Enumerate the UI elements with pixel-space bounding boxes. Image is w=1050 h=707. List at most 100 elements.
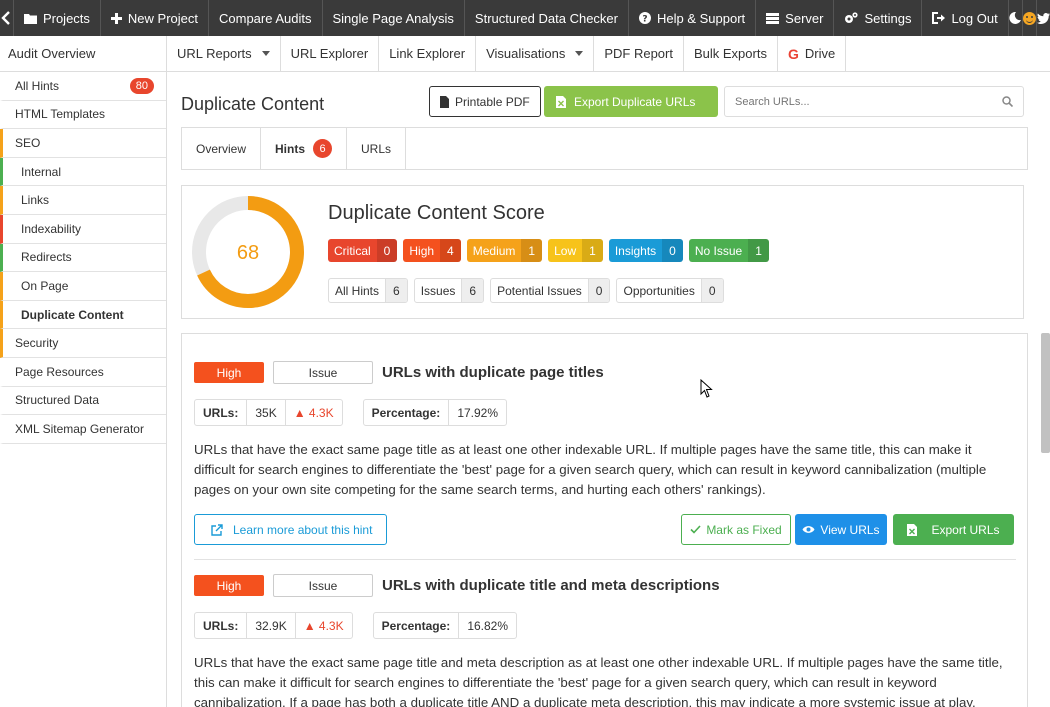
mouse-cursor-icon bbox=[700, 379, 713, 398]
urls-change: ▲ 4.3K bbox=[286, 400, 342, 425]
sidebar-item-internal[interactable]: Internal bbox=[0, 157, 166, 187]
view-urls-button[interactable]: View URLs bbox=[795, 514, 887, 545]
subnav-bulk-exports[interactable]: Bulk Exports bbox=[684, 36, 778, 71]
nav-compare-audits[interactable]: Compare Audits bbox=[209, 0, 323, 36]
sidebar-item-all-hints[interactable]: All Hints 80 bbox=[0, 72, 166, 101]
sidebar-item-duplicate-content[interactable]: Duplicate Content bbox=[0, 300, 166, 330]
urls-label: URLs: bbox=[195, 400, 248, 425]
file-excel-icon bbox=[907, 523, 918, 536]
sidebar-item-indexability[interactable]: Indexability bbox=[0, 214, 166, 244]
sidebar-item-label: XML Sitemap Generator bbox=[15, 421, 144, 436]
severity-count: 0 bbox=[662, 239, 683, 262]
sidebar-item-security[interactable]: Security bbox=[0, 329, 166, 358]
filter-potential-issues[interactable]: Potential Issues 0 bbox=[490, 278, 611, 303]
severity-count: 0 bbox=[376, 239, 398, 262]
filter-label: Potential Issues bbox=[497, 283, 582, 298]
nav-settings[interactable]: Settings bbox=[834, 0, 923, 36]
severity-label: Low bbox=[554, 243, 577, 258]
sidebar-item-structured-data[interactable]: Structured Data bbox=[0, 387, 166, 416]
gears-icon bbox=[845, 12, 859, 23]
nav-log-out[interactable]: Log Out bbox=[922, 0, 1009, 36]
server-icon bbox=[766, 12, 780, 24]
audit-overview-link[interactable]: Audit Overview bbox=[0, 36, 167, 71]
hint-title: URLs with duplicate page titles bbox=[382, 364, 604, 381]
page-scrollbar[interactable] bbox=[1041, 333, 1050, 453]
sidebar-item-label: Security bbox=[15, 336, 59, 351]
hints-count-badge: 80 bbox=[129, 77, 154, 94]
sidebar-item-page-resources[interactable]: Page Resources bbox=[0, 358, 166, 387]
sidebar-item-seo[interactable]: SEO bbox=[0, 129, 166, 158]
subnav-pdf-report[interactable]: PDF Report bbox=[594, 36, 684, 71]
percentage-value: 17.92% bbox=[457, 405, 499, 420]
sidebar-item-label: Redirects bbox=[21, 250, 72, 265]
sidebar-item-on-page[interactable]: On Page bbox=[0, 272, 166, 301]
subnav-url-explorer[interactable]: URL Explorer bbox=[281, 36, 380, 71]
search-urls-input[interactable] bbox=[735, 95, 975, 108]
severity-high[interactable]: High 4 bbox=[403, 239, 461, 262]
filter-all-hints[interactable]: All Hints 6 bbox=[328, 278, 408, 303]
sidebar-item-redirects[interactable]: Redirects bbox=[0, 243, 166, 273]
severity-count: 1 bbox=[748, 239, 769, 262]
hint-title: URLs with duplicate title and meta descr… bbox=[382, 577, 720, 594]
hint-description: URLs that have the exact same page title… bbox=[194, 442, 987, 497]
tab-label: URLs bbox=[361, 141, 392, 156]
sidebar-item-links[interactable]: Links bbox=[0, 186, 166, 215]
sidebar-item-html-templates[interactable]: HTML Templates bbox=[0, 101, 166, 130]
plus-icon bbox=[110, 12, 122, 24]
score-donut: 68 bbox=[192, 196, 304, 308]
nav-structured-data-checker[interactable]: Structured Data Checker bbox=[465, 0, 629, 36]
page-title: Duplicate Content bbox=[181, 94, 325, 114]
severity-badge: High bbox=[194, 362, 264, 383]
search-urls-box bbox=[724, 86, 1024, 117]
hints-list: High Issue URLs with duplicate page titl… bbox=[181, 333, 1028, 707]
nav-server[interactable]: Server bbox=[756, 0, 835, 36]
twitter-button[interactable] bbox=[1036, 0, 1050, 36]
subnav-bulk-exports-label: Bulk Exports bbox=[693, 46, 767, 61]
nav-projects-label: Projects bbox=[42, 10, 90, 26]
sidebar-item-xml-sitemap-generator[interactable]: XML Sitemap Generator bbox=[0, 415, 166, 444]
percentage-label: Percentage: bbox=[364, 400, 450, 425]
subnav-drive[interactable]: G Drive bbox=[778, 36, 847, 71]
severity-low[interactable]: Low 1 bbox=[548, 239, 603, 262]
tab-label: Hints bbox=[275, 141, 306, 156]
sidebar-item-label: Duplicate Content bbox=[21, 307, 124, 322]
hints-tab-badge: 6 bbox=[313, 139, 333, 158]
severity-critical[interactable]: Critical 0 bbox=[328, 239, 398, 262]
severity-no-issue[interactable]: No Issue 1 bbox=[688, 239, 769, 262]
hint-type-badge: Issue bbox=[273, 574, 373, 597]
user-avatar-button[interactable] bbox=[1022, 0, 1037, 36]
subnav-visualisations[interactable]: Visualisations bbox=[476, 36, 595, 71]
filter-label: Issues bbox=[420, 283, 456, 298]
export-duplicate-urls-label: Export Duplicate URLs bbox=[574, 94, 696, 109]
tab-urls[interactable]: URLs bbox=[347, 128, 407, 169]
subnav-url-reports[interactable]: URL Reports bbox=[167, 36, 281, 71]
export-urls-button[interactable]: Export URLs bbox=[893, 514, 1014, 545]
back-button[interactable] bbox=[0, 0, 14, 36]
arrow-up-icon: ▲ bbox=[293, 405, 309, 420]
nav-single-page-analysis[interactable]: Single Page Analysis bbox=[323, 0, 465, 36]
subnav-link-explorer[interactable]: Link Explorer bbox=[379, 36, 477, 71]
nav-projects[interactable]: Projects bbox=[14, 0, 101, 36]
filter-issues[interactable]: Issues 6 bbox=[413, 278, 485, 303]
tab-overview[interactable]: Overview bbox=[182, 128, 262, 169]
filter-count: 6 bbox=[385, 279, 407, 302]
mark-as-fixed-button[interactable]: Mark as Fixed bbox=[681, 514, 791, 545]
learn-more-button[interactable]: Learn more about this hint bbox=[194, 514, 387, 545]
export-duplicate-urls-button[interactable]: Export Duplicate URLs bbox=[544, 86, 718, 117]
percentage-label: Percentage: bbox=[374, 613, 460, 638]
severity-count: 1 bbox=[521, 239, 543, 262]
sign-out-icon bbox=[932, 12, 946, 24]
score-value: 68 bbox=[237, 242, 259, 264]
tab-hints[interactable]: Hints 6 bbox=[261, 128, 348, 169]
printable-pdf-button[interactable]: Printable PDF bbox=[429, 86, 541, 117]
nav-help-support[interactable]: ? Help & Support bbox=[629, 0, 757, 36]
nav-new-project[interactable]: New Project bbox=[101, 0, 209, 36]
severity-label: Insights bbox=[614, 243, 657, 258]
search-icon[interactable] bbox=[1002, 96, 1013, 107]
severity-insights[interactable]: Insights 0 bbox=[608, 239, 683, 262]
filter-opportunities[interactable]: Opportunities 0 bbox=[616, 278, 724, 303]
dark-mode-toggle[interactable] bbox=[1009, 0, 1023, 36]
nav-settings-label: Settings bbox=[864, 10, 912, 26]
severity-medium[interactable]: Medium 1 bbox=[466, 239, 543, 262]
severity-label: High bbox=[409, 243, 435, 258]
